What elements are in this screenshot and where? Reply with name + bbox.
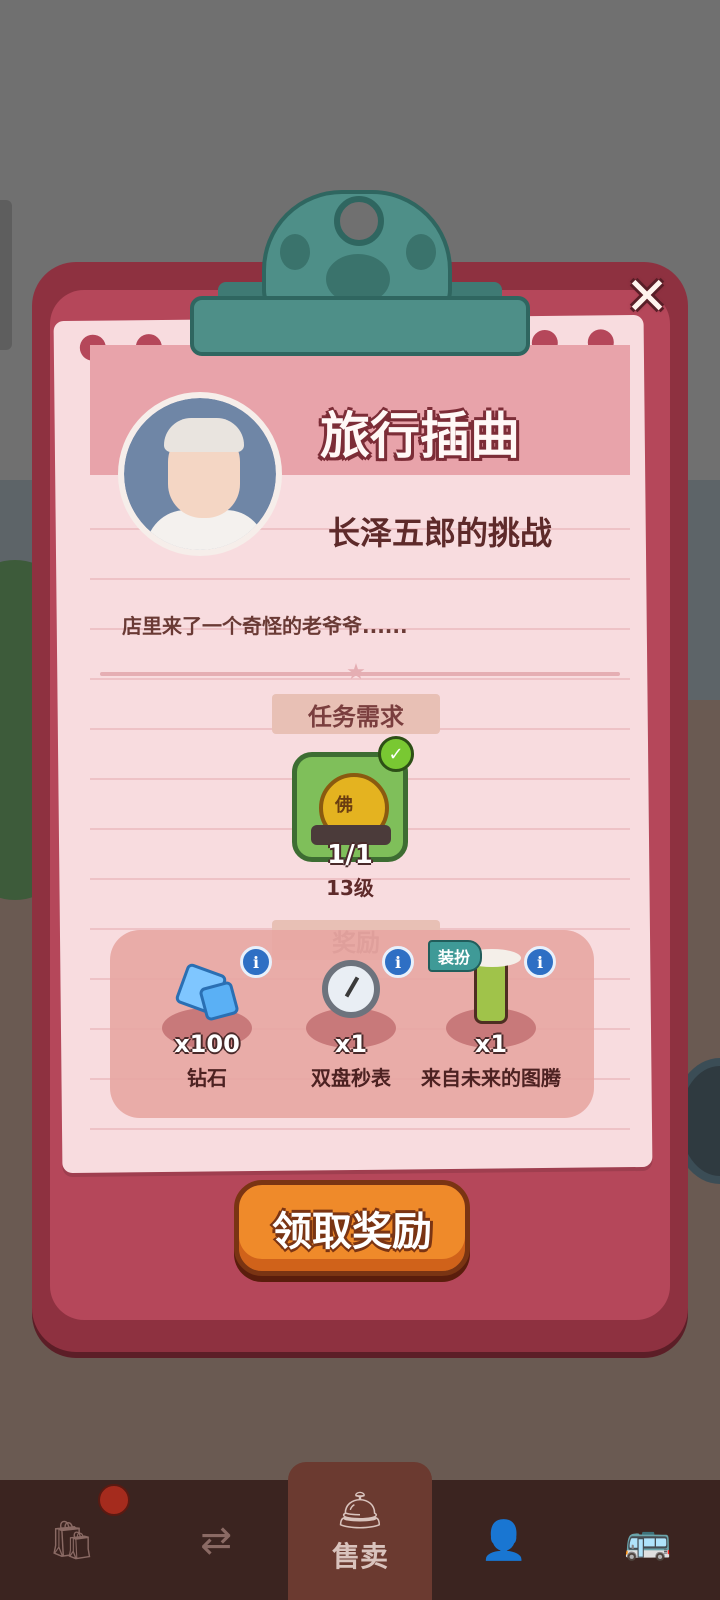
arrows-icon: ⇄ (200, 1518, 232, 1562)
clip-ring (334, 196, 384, 246)
reward-name: 来自未来的图腾 (421, 1066, 561, 1090)
dialog-subtitle: 长泽五郎的挑战 (327, 514, 552, 552)
close-button[interactable]: ✕ (616, 267, 678, 327)
bag-icon: 🛍 (47, 1517, 97, 1562)
background-side-handle (0, 200, 12, 350)
info-icon[interactable]: i (240, 946, 272, 978)
chef-avatar-icon: 👤 (480, 1517, 528, 1562)
reward-qty: x1 (334, 1030, 368, 1058)
gem-shard (198, 980, 240, 1022)
divider-star-icon: ★ (346, 660, 366, 685)
avatar-hair (164, 418, 244, 452)
clip-base (190, 296, 530, 356)
info-icon[interactable]: i (524, 946, 556, 978)
reward-qty: x1 (474, 1030, 508, 1058)
nav-sell[interactable]: 🛎 售卖 (288, 1462, 432, 1600)
notification-dot (98, 1484, 130, 1516)
nav-sell-label: 售卖 (331, 1539, 388, 1573)
nav-trade[interactable]: ⇄ (144, 1480, 288, 1600)
check-icon: ✓ (378, 736, 414, 772)
pot-label: 佛 (335, 795, 353, 816)
diamond-icon (174, 962, 240, 1022)
paw-toe (280, 234, 310, 270)
old-man-avatar (118, 392, 282, 556)
claim-reward-label: 领取奖励 (272, 1209, 432, 1255)
requirement-header: 任务需求 (272, 694, 440, 734)
costume-tag: 装扮 (428, 940, 483, 972)
close-icon: ✕ (625, 267, 669, 327)
info-icon[interactable]: i (382, 946, 414, 978)
dialog-description: 店里来了一个奇怪的老爷爷...... (122, 614, 408, 638)
service-bell-icon: 🛎 (335, 1487, 385, 1532)
bus-icon: 🚌 (624, 1517, 672, 1562)
paw-toe (406, 234, 436, 270)
nav-travel[interactable]: 🚌 (576, 1480, 720, 1600)
requirement-count: 1/1 (327, 840, 373, 870)
reward-qty: x100 (174, 1030, 240, 1058)
claim-reward-button[interactable]: 领取奖励 (234, 1180, 470, 1276)
nav-staff[interactable]: 👤 (432, 1480, 576, 1600)
stopwatch-icon (322, 960, 380, 1018)
requirement-level: 13级 (326, 876, 374, 900)
dialog-title: 旅行插曲 (320, 407, 520, 465)
stopwatch-hand (344, 976, 360, 998)
